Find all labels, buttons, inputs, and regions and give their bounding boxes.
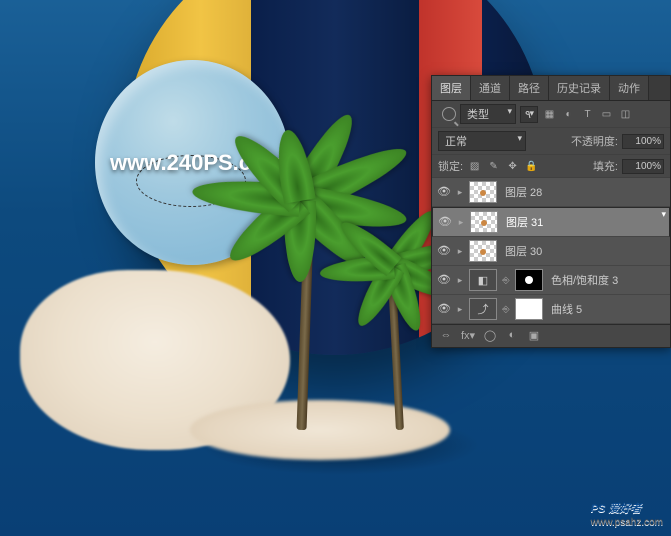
- link-layers-icon[interactable]: ⇔: [438, 329, 454, 343]
- layer-name[interactable]: 图层 28: [501, 184, 665, 200]
- layer-row[interactable]: 👁 ▸ 图层 28: [432, 178, 670, 207]
- lock-pixels-icon[interactable]: ✎: [486, 159, 501, 174]
- sand-ground: [190, 400, 450, 460]
- layers-list: 👁 ▸ 图层 28 👁 ▸ 图层 31 👁 ▸ 图层 30 👁 ▸ ◧ ⎆ 色相…: [432, 178, 670, 324]
- fill-input[interactable]: [622, 159, 664, 174]
- layer-thumbnail[interactable]: [469, 240, 497, 262]
- layer-fx-icon[interactable]: fx▾: [460, 329, 476, 343]
- layer-thumbnail[interactable]: [470, 211, 498, 233]
- tab-paths[interactable]: 路径: [510, 76, 549, 100]
- adjustment-thumbnail[interactable]: ◧: [469, 269, 497, 291]
- filter-pixel-icon[interactable]: ▦: [542, 107, 557, 122]
- add-mask-icon[interactable]: ◯: [482, 329, 498, 343]
- layer-name[interactable]: 图层 30: [501, 243, 665, 259]
- layer-mask[interactable]: [515, 298, 543, 320]
- blend-mode-select[interactable]: 正常: [438, 131, 526, 151]
- blend-row: 正常 不透明度:: [432, 128, 670, 155]
- layer-row[interactable]: 👁 ▸ ◧ ⎆ 色相/饱和度 3: [432, 266, 670, 295]
- layer-name[interactable]: 色相/饱和度 3: [547, 272, 665, 288]
- filter-shape-icon[interactable]: ▭: [599, 107, 614, 122]
- tab-channels[interactable]: 通道: [471, 76, 510, 100]
- expand-icon[interactable]: ▸: [456, 217, 466, 228]
- visibility-toggle[interactable]: 👁: [437, 302, 451, 316]
- tab-actions[interactable]: 动作: [610, 76, 649, 100]
- search-icon[interactable]: [442, 107, 456, 121]
- expand-icon[interactable]: ▸: [455, 304, 465, 315]
- filter-row: 类型 ٩ ▦ ◐ T ▭ ◫: [432, 101, 670, 128]
- new-group-icon[interactable]: ▣: [526, 329, 542, 343]
- expand-icon[interactable]: ▸: [455, 187, 465, 198]
- visibility-toggle[interactable]: 👁: [437, 185, 451, 199]
- visibility-toggle[interactable]: 👁: [438, 215, 452, 229]
- layer-mask[interactable]: [515, 269, 543, 291]
- tab-history[interactable]: 历史记录: [549, 76, 610, 100]
- layer-name[interactable]: 图层 31: [502, 214, 664, 230]
- link-icon: ⎆: [501, 304, 511, 315]
- opacity-label: 不透明度:: [571, 133, 618, 149]
- layer-row[interactable]: 👁 ▸ 图层 31: [432, 207, 670, 237]
- layer-row[interactable]: 👁 ▸ ⤴ ⎆ 曲线 5: [432, 295, 670, 324]
- visibility-toggle[interactable]: 👁: [437, 273, 451, 287]
- panel-bottom-bar: ⇔ fx▾ ◯ ◐ ▣: [432, 324, 670, 347]
- expand-icon[interactable]: ▸: [455, 246, 465, 257]
- layers-panel: 图层 通道 路径 历史记录 动作 类型 ٩ ▦ ◐ T ▭ ◫ 正常 不透明度:…: [431, 75, 671, 348]
- brand-name: PS 爱好者: [591, 503, 642, 515]
- fill-label: 填充:: [593, 158, 618, 174]
- tab-layers[interactable]: 图层: [432, 76, 471, 100]
- adjustment-thumbnail[interactable]: ⤴: [469, 298, 497, 320]
- panel-tabs: 图层 通道 路径 历史记录 动作: [432, 76, 670, 101]
- lock-position-icon[interactable]: ✥: [505, 159, 520, 174]
- visibility-toggle[interactable]: 👁: [437, 244, 451, 258]
- filter-adjust-icon[interactable]: ◐: [561, 107, 576, 122]
- layer-thumbnail[interactable]: [469, 181, 497, 203]
- layer-row[interactable]: 👁 ▸ 图层 30: [432, 237, 670, 266]
- filter-type-icon[interactable]: T: [580, 107, 595, 122]
- expand-icon[interactable]: ▸: [455, 275, 465, 286]
- filter-dropdown[interactable]: ٩: [520, 106, 538, 123]
- lock-row: 锁定: ▨ ✎ ✥ 🔒 填充:: [432, 155, 670, 178]
- lock-transparent-icon[interactable]: ▨: [467, 159, 482, 174]
- site-brand: PS 爱好者 www.psahz.com: [591, 496, 663, 528]
- lock-label: 锁定:: [438, 158, 463, 174]
- new-adjustment-icon[interactable]: ◐: [504, 329, 520, 343]
- filter-smart-icon[interactable]: ◫: [618, 107, 633, 122]
- link-icon: ⎆: [501, 275, 511, 286]
- brand-url: www.psahz.com: [591, 517, 663, 528]
- layer-name[interactable]: 曲线 5: [547, 301, 665, 317]
- lock-all-icon[interactable]: 🔒: [524, 159, 539, 174]
- filter-kind-select[interactable]: 类型: [460, 104, 516, 124]
- opacity-input[interactable]: [622, 134, 664, 149]
